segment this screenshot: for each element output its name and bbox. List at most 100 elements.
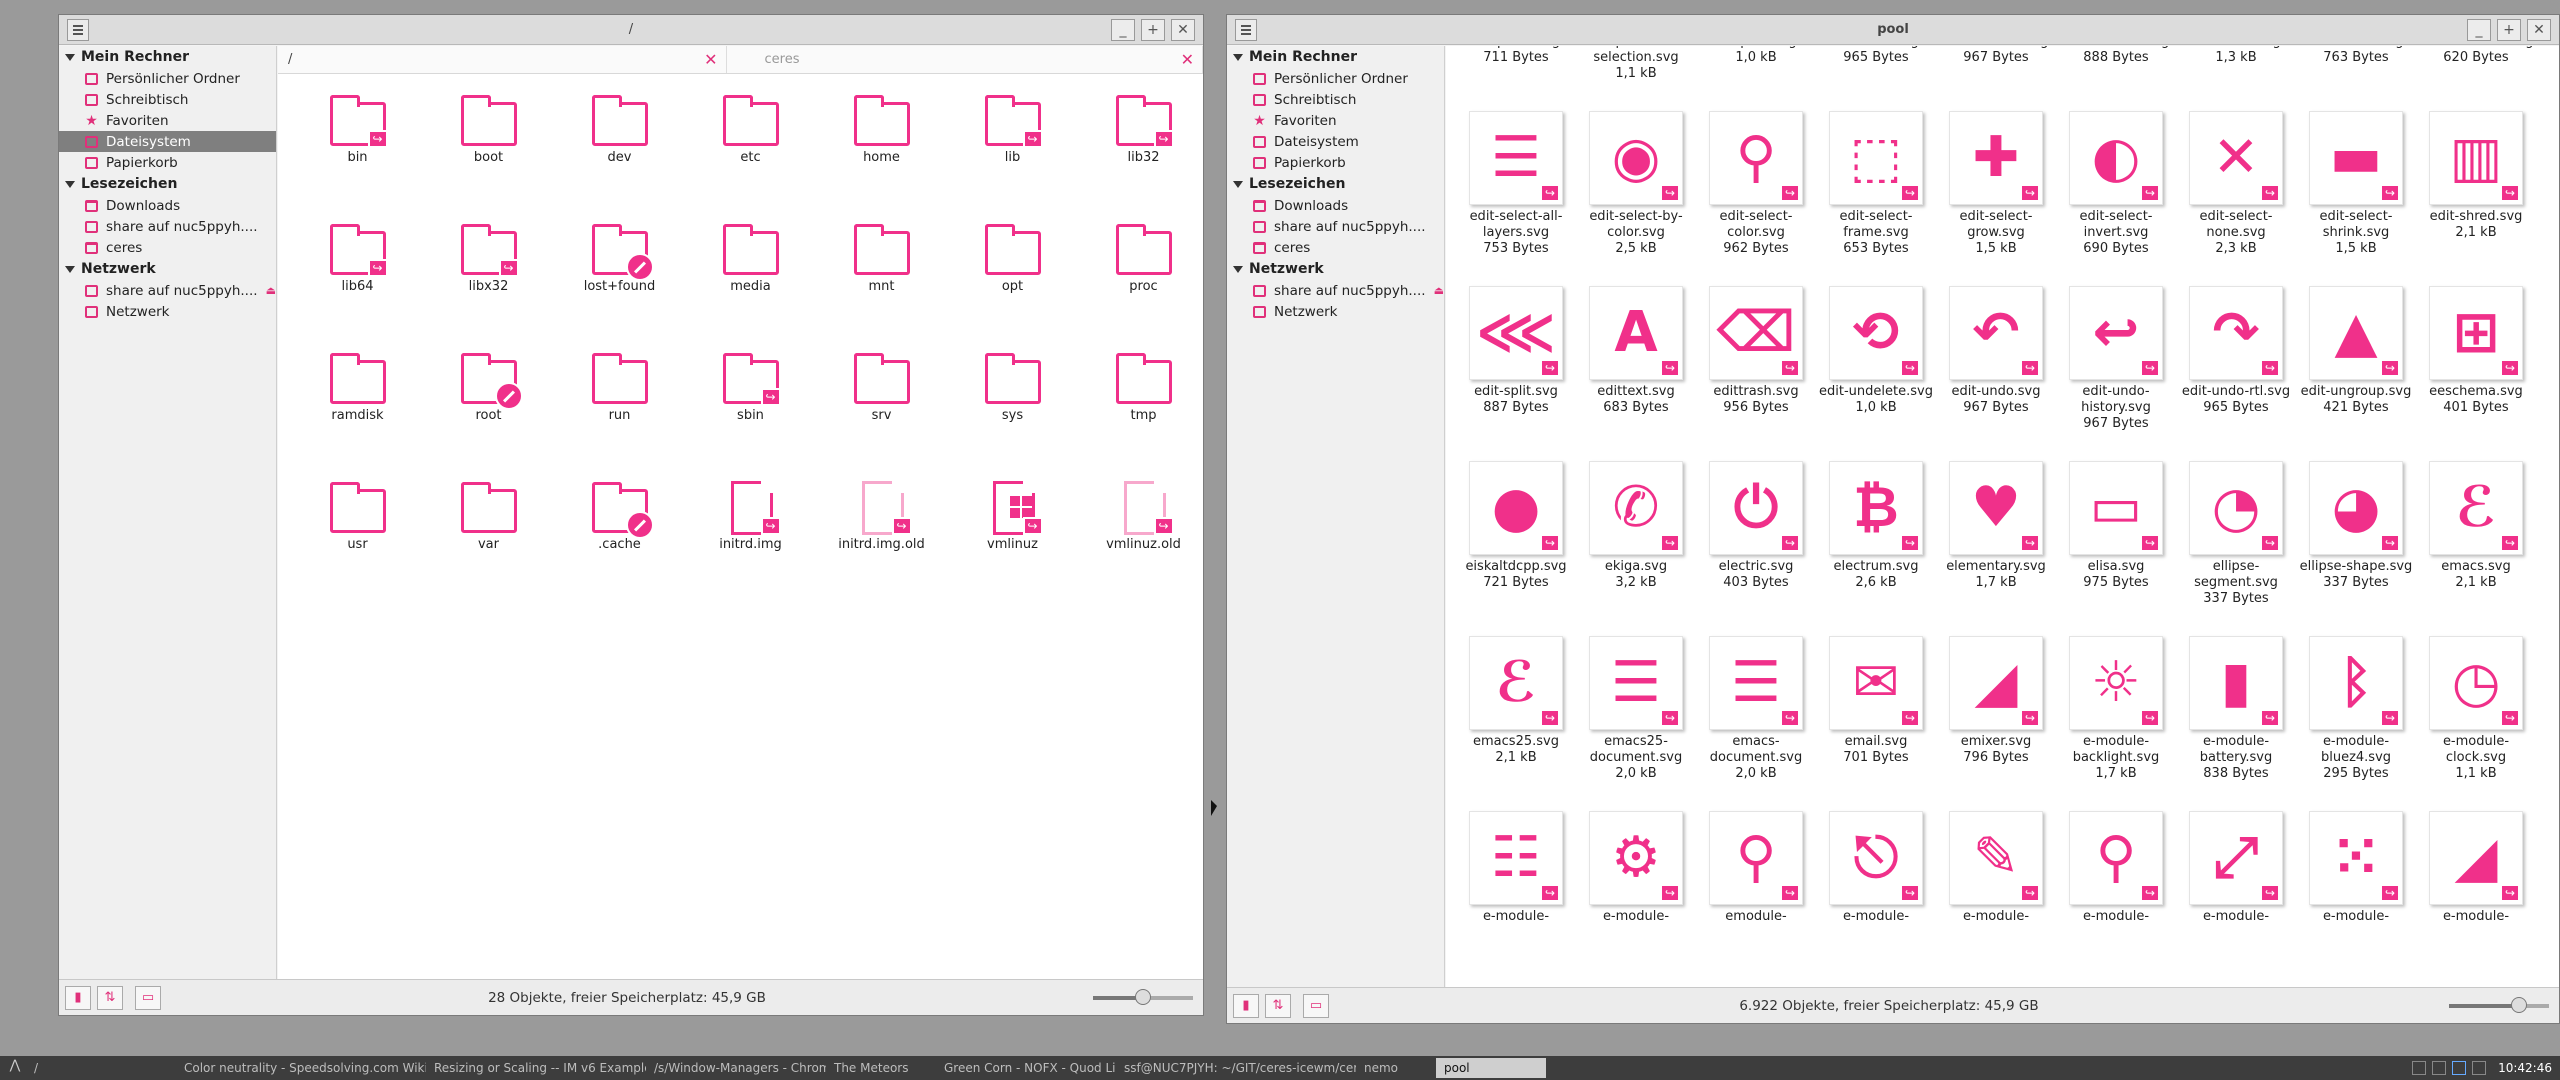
file-item[interactable]: ↪ sbin <box>685 352 816 481</box>
file-item[interactable]: ◢ ↪ e-module- <box>2416 811 2536 986</box>
expander-icon[interactable] <box>1233 180 1243 188</box>
file-item[interactable]: ◕ ↪ ellipse-shape.svg 337 Bytes <box>2296 461 2416 636</box>
file-item[interactable]: ▮ ↪ e-module-battery.svg 838 Bytes <box>2176 636 2296 811</box>
file-item[interactable]: ↪ bin <box>292 94 423 223</box>
file-item[interactable]: ↶↪edit-redo-rtl.svg967 Bytes <box>1936 46 2056 111</box>
file-item[interactable]: ✆ ↪ ekiga.svg 3,2 kB <box>1576 461 1696 636</box>
zoom-slider[interactable] <box>2449 996 2549 1013</box>
file-item[interactable]: ↶ ↪ edit-undo.svg 967 Bytes <box>1936 286 2056 461</box>
file-item[interactable]: ✚ ↪ edit-select-grow.svg 1,5 kB <box>1936 111 2056 286</box>
file-item[interactable]: ↪ vmlinuz <box>947 481 1078 610</box>
close-button[interactable]: ✕ <box>1171 19 1195 41</box>
show-places-button[interactable]: ▮ <box>65 985 91 1010</box>
sidebar-item[interactable]: Schreibtisch <box>1227 89 1444 110</box>
show-tree-button[interactable]: ⇅ <box>1265 993 1291 1018</box>
sidebar-item[interactable]: Papierkorb <box>1227 152 1444 173</box>
sidebar-item[interactable]: share auf nuc5ppyh.... ⏏ <box>1227 280 1444 301</box>
window-menu-button[interactable] <box>67 19 89 41</box>
sidebar-item[interactable]: Dateisystem <box>1227 131 1444 152</box>
taskbar-item[interactable]: nemo <box>1356 1061 1436 1075</box>
file-item[interactable]: ⬚ ↪ edit-select-frame.svg 653 Bytes <box>1816 111 1936 286</box>
taskbar-item[interactable]: /s/Window-Managers - Chromium <box>646 1061 826 1075</box>
file-item[interactable]: ✉ ↪ email.svg 701 Bytes <box>1816 636 1936 811</box>
file-item[interactable]: ⬚↪edit-select.svg763 Bytes <box>2296 46 2416 111</box>
workspace-2-icon[interactable] <box>2432 1061 2447 1075</box>
minimize-button[interactable]: _ <box>1111 19 1135 41</box>
start-menu-icon[interactable]: ⋀ <box>4 1058 26 1078</box>
file-item[interactable]: ⏻ ↪ electric.svg 403 Bytes <box>1696 461 1816 636</box>
sidebar-item[interactable]: share auf nuc5ppyh.... <box>59 216 276 237</box>
taskbar-item[interactable]: Resizing or Scaling -- IM v6 Examples - … <box>426 1061 646 1075</box>
file-item[interactable]: ⚲ ↪ edit-select-color.svg 962 Bytes <box>1696 111 1816 286</box>
file-item[interactable]: ☼ ↪ e-module-backlight.svg 1,7 kB <box>2056 636 2176 811</box>
file-item[interactable]: ⤢ ↪ e-module- <box>2176 811 2296 986</box>
file-item[interactable]: ↷ ↪ edit-undo-rtl.svg 965 Bytes <box>2176 286 2296 461</box>
file-item[interactable]: ⟲ ↪ edit-undelete.svg 1,0 kB <box>1816 286 1936 461</box>
sidebar-item[interactable]: ceres <box>1227 237 1444 258</box>
expander-icon[interactable] <box>1233 265 1243 273</box>
close-button[interactable]: ✕ <box>2527 19 2551 41</box>
sidebar-item[interactable]: share auf nuc5ppyh.... ⏏ <box>59 280 276 301</box>
file-view[interactable]: ▤↪editpaste.svg711 Bytes▦↪edit-paste-int… <box>1446 46 2559 987</box>
file-item[interactable]: boot <box>423 94 554 223</box>
sidebar-item[interactable]: ceres <box>59 237 276 258</box>
file-item[interactable]: ◉ ↪ edit-select-by-color.svg 2,5 kB <box>1576 111 1696 286</box>
file-item[interactable]: ↪ lib32 <box>1078 94 1203 223</box>
section-header[interactable]: Lesezeichen <box>59 173 276 195</box>
sidebar-item[interactable]: Schreibtisch <box>59 89 276 110</box>
hide-sidebar-button[interactable]: ▭ <box>135 985 161 1010</box>
file-item[interactable]: ⁙ ↪ e-module- <box>2296 811 2416 986</box>
taskbar-item[interactable]: The Meteors <box>826 1061 936 1075</box>
file-item[interactable]: etc <box>685 94 816 223</box>
show-tree-button[interactable]: ⇅ <box>97 985 123 1010</box>
sidebar-item[interactable]: share auf nuc5ppyh.... <box>1227 216 1444 237</box>
file-item[interactable]: ◐ ↪ edit-select-invert.svg 690 Bytes <box>2056 111 2176 286</box>
file-item[interactable]: ↩ ↪ edit-undo-history.svg 967 Bytes <box>2056 286 2176 461</box>
file-item[interactable]: ↪ initrd.img <box>685 481 816 610</box>
expander-icon[interactable] <box>65 265 75 273</box>
sidebar-item[interactable]: ★ Favoriten <box>1227 110 1444 131</box>
file-item[interactable]: ⋘ ↪ edit-split.svg 887 Bytes <box>1456 286 1576 461</box>
file-item[interactable]: ↪ libx32 <box>423 223 554 352</box>
sidebar-item[interactable]: Downloads <box>1227 195 1444 216</box>
file-item[interactable]: usr <box>292 481 423 610</box>
file-item[interactable]: ☷ ↪ e-module- <box>1456 811 1576 986</box>
taskbar-item[interactable]: / <box>26 1061 176 1075</box>
maximize-button[interactable]: + <box>2497 19 2521 41</box>
file-item[interactable]: ramdisk <box>292 352 423 481</box>
file-item[interactable]: ☰ ↪ emacs-document.svg 2,0 kB <box>1696 636 1816 811</box>
expander-icon[interactable] <box>65 180 75 188</box>
file-item[interactable]: ↷↪edit-redo.svg965 Bytes <box>1816 46 1936 111</box>
file-item[interactable]: home <box>816 94 947 223</box>
file-item[interactable]: ▤↪editpaste.svg711 Bytes <box>1456 46 1576 111</box>
file-item[interactable]: srv <box>816 352 947 481</box>
file-item[interactable]: ⚲ ↪ e-module- <box>2056 811 2176 986</box>
file-item[interactable]: ▦↪edit-paste-into-selection.svg1,1 kB <box>1576 46 1696 111</box>
file-item[interactable]: ↪ lib <box>947 94 1078 223</box>
workspace-3-icon[interactable] <box>2452 1061 2467 1075</box>
file-item[interactable]: lost+found <box>554 223 685 352</box>
file-item[interactable]: ⚙ ↪ e-module- <box>1576 811 1696 986</box>
sidebar-item[interactable]: Netzwerk <box>1227 301 1444 322</box>
file-item[interactable]: opt <box>947 223 1078 352</box>
file-item[interactable]: ◔ ↪ ellipse-segment.svg 337 Bytes <box>2176 461 2296 636</box>
titlebar[interactable]: / _ + ✕ <box>59 15 1203 45</box>
sidebar-item[interactable]: Netzwerk <box>59 301 276 322</box>
taskbar-item[interactable]: ssf@NUC7PJYH: ~/GIT/ceres-icewm/ceres-ic… <box>1116 1061 1356 1075</box>
sidebar-item[interactable]: Papierkorb <box>59 152 276 173</box>
close-pane-icon[interactable]: ✕ <box>1181 50 1194 69</box>
workspace-1-icon[interactable] <box>2412 1061 2427 1075</box>
file-item[interactable]: ℰ ↪ emacs.svg 2,1 kB <box>2416 461 2536 636</box>
expander-icon[interactable] <box>65 53 75 61</box>
section-header[interactable]: Mein Rechner <box>59 46 276 68</box>
file-item[interactable]: ⚲ ↪ emodule- <box>1696 811 1816 986</box>
file-item[interactable]: ▬ ↪ edit-select-shrink.svg 1,5 kB <box>2296 111 2416 286</box>
file-item[interactable]: sys <box>947 352 1078 481</box>
file-item[interactable]: ● ↪ eiskaltdcpp.svg 721 Bytes <box>1456 461 1576 636</box>
location-pane-main[interactable]: / ✕ <box>278 46 727 73</box>
file-item[interactable]: .cache <box>554 481 685 610</box>
file-item[interactable]: ▲ ↪ edit-ungroup.svg 421 Bytes <box>2296 286 2416 461</box>
file-item[interactable]: ⊞ ↪ eeschema.svg 401 Bytes <box>2416 286 2536 461</box>
file-item[interactable]: ▥ ↪ edit-shred.svg 2,1 kB <box>2416 111 2536 286</box>
file-item[interactable]: ↪ vmlinuz.old <box>1078 481 1203 610</box>
